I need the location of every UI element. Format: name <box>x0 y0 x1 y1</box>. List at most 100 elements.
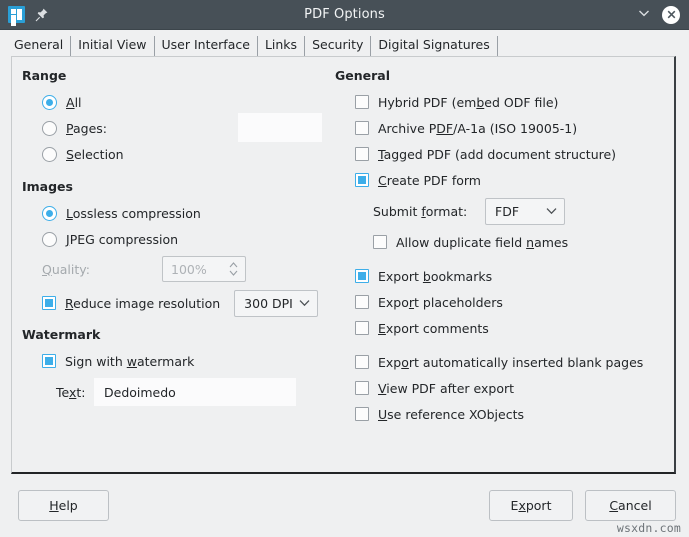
watermark-text-input[interactable]: Dedoimedo <box>94 378 296 406</box>
radio-label: Pages: <box>66 121 107 136</box>
radio-label: Selection <box>66 147 124 162</box>
checkbox-label: Export placeholders <box>378 295 503 310</box>
window-title: PDF Options <box>0 7 689 22</box>
checkbox-indicator <box>355 295 369 309</box>
images-group-title: Images <box>22 179 323 194</box>
reduce-resolution-row: Reduce image resolution 300 DPI <box>22 286 323 320</box>
spacer <box>335 255 674 263</box>
tab-links[interactable]: Links <box>258 36 305 56</box>
tab-user-interface[interactable]: User Interface <box>155 36 258 56</box>
general-group-title: General <box>335 68 674 83</box>
checkbox-label: Create PDF form <box>378 173 481 188</box>
help-button[interactable]: Help <box>18 490 109 521</box>
quality-row: Quality: 100% <box>22 252 323 286</box>
checkbox-indicator <box>355 173 369 187</box>
spacer <box>335 341 674 349</box>
quality-value: 100% <box>171 262 207 277</box>
quality-stepper[interactable]: 100% <box>162 256 246 282</box>
checkbox-export-comments[interactable]: Export comments <box>335 315 674 341</box>
checkbox-indicator <box>355 121 369 135</box>
radio-label-rest: ll <box>75 95 82 110</box>
tab-security[interactable]: Security <box>305 36 371 56</box>
quality-label: Quality: <box>42 262 110 277</box>
checkbox-hybrid-pdf[interactable]: Hybrid PDF (embed ODF file) <box>335 89 674 115</box>
pin-icon[interactable] <box>34 7 49 22</box>
cancel-button[interactable]: Cancel <box>585 490 676 521</box>
tab-bar: General Initial View User Interface Link… <box>0 30 689 56</box>
checkbox-label: Tagged PDF (add document structure) <box>378 147 616 162</box>
radio-indicator <box>42 206 57 221</box>
tab-initial-view[interactable]: Initial View <box>71 36 154 56</box>
submit-format-value: FDF <box>495 204 519 219</box>
tab-label: Initial View <box>78 37 146 52</box>
radio-label: Lossless compression <box>66 206 201 221</box>
cancel-label: Cancel <box>609 498 651 513</box>
chevron-down-icon <box>299 299 310 307</box>
radio-label: All <box>66 95 82 110</box>
radio-label: JPEG compression <box>66 232 178 247</box>
export-button[interactable]: Export <box>489 490 573 521</box>
title-bar-left-icons <box>0 6 49 23</box>
checkbox-view-pdf-after-export[interactable]: View PDF after export <box>335 375 674 401</box>
dpi-select[interactable]: 300 DPI <box>234 290 318 317</box>
close-icon[interactable] <box>662 6 680 24</box>
checkbox-reduce-image-resolution[interactable] <box>42 296 56 310</box>
checkbox-label: View PDF after export <box>378 381 514 396</box>
dialog-footer: Help Export Cancel <box>0 474 689 537</box>
stepper-arrows-icon <box>229 262 238 276</box>
title-bar-buttons <box>636 5 689 24</box>
checkbox-use-reference-xobjects[interactable]: Use reference XObjects <box>335 401 674 427</box>
checkbox-indicator <box>42 354 56 368</box>
radio-jpeg-compression[interactable]: JPEG compression <box>22 226 323 252</box>
checkbox-indicator <box>373 235 387 249</box>
site-watermark: wsxdn.com <box>617 521 681 535</box>
reduce-resolution-label: Reduce image resolution <box>65 296 220 311</box>
range-group-title: Range <box>22 68 323 83</box>
checkbox-create-pdf-form[interactable]: Create PDF form <box>335 167 674 193</box>
submit-format-select[interactable]: FDF <box>485 198 565 225</box>
checkbox-label: Export automatically inserted blank page… <box>378 355 643 370</box>
watermark-text-label: Text: <box>56 385 94 400</box>
radio-indicator <box>42 95 57 110</box>
tab-label: User Interface <box>162 37 250 52</box>
tab-digital-signatures[interactable]: Digital Signatures <box>371 36 497 56</box>
checkbox-indicator <box>355 381 369 395</box>
tab-label: Security <box>312 37 363 52</box>
checkbox-export-placeholders[interactable]: Export placeholders <box>335 289 674 315</box>
checkbox-label: Sign with watermark <box>65 354 194 369</box>
checkbox-archive-pdfa[interactable]: Archive PDF/A-1a (ISO 19005-1) <box>335 115 674 141</box>
pages-input[interactable] <box>238 113 322 142</box>
radio-indicator <box>42 121 57 136</box>
checkbox-indicator <box>355 95 369 109</box>
general-tab-panel: Range All Pages: Selection Images Lossle… <box>11 56 676 474</box>
checkbox-export-blank-pages[interactable]: Export automatically inserted blank page… <box>335 349 674 375</box>
left-column: Range All Pages: Selection Images Lossle… <box>12 68 323 472</box>
checkbox-sign-with-watermark[interactable]: Sign with watermark <box>22 348 323 374</box>
chevron-down-icon <box>546 207 557 215</box>
radio-lossless-compression[interactable]: Lossless compression <box>22 200 323 226</box>
watermark-group-title: Watermark <box>22 327 323 342</box>
tab-label: General <box>14 37 63 52</box>
checkbox-indicator <box>355 355 369 369</box>
checkbox-label: Use reference XObjects <box>378 407 524 422</box>
chevron-down-icon[interactable] <box>636 5 652 24</box>
checkbox-indicator <box>355 269 369 283</box>
tab-general[interactable]: General <box>10 36 71 56</box>
submit-format-row: Submit format: FDF <box>335 193 674 229</box>
radio-indicator <box>42 147 57 162</box>
checkbox-indicator <box>355 407 369 421</box>
checkbox-label: Allow duplicate field names <box>396 235 568 250</box>
radio-range-all[interactable]: All <box>22 89 323 115</box>
checkbox-indicator <box>355 321 369 335</box>
tab-label: Links <box>265 37 297 52</box>
footer-right-buttons: Export Cancel <box>489 490 676 521</box>
checkbox-label: Export comments <box>378 321 489 336</box>
checkbox-export-bookmarks[interactable]: Export bookmarks <box>335 263 674 289</box>
dpi-value: 300 DPI <box>244 296 293 311</box>
checkbox-tagged-pdf[interactable]: Tagged PDF (add document structure) <box>335 141 674 167</box>
checkbox-label: Export bookmarks <box>378 269 492 284</box>
checkbox-label: Archive PDF/A-1a (ISO 19005-1) <box>378 121 577 136</box>
right-column: General Hybrid PDF (embed ODF file) Arch… <box>323 68 674 472</box>
checkbox-allow-duplicate-field-names[interactable]: Allow duplicate field names <box>335 229 674 255</box>
radio-range-selection[interactable]: Selection <box>22 141 323 167</box>
